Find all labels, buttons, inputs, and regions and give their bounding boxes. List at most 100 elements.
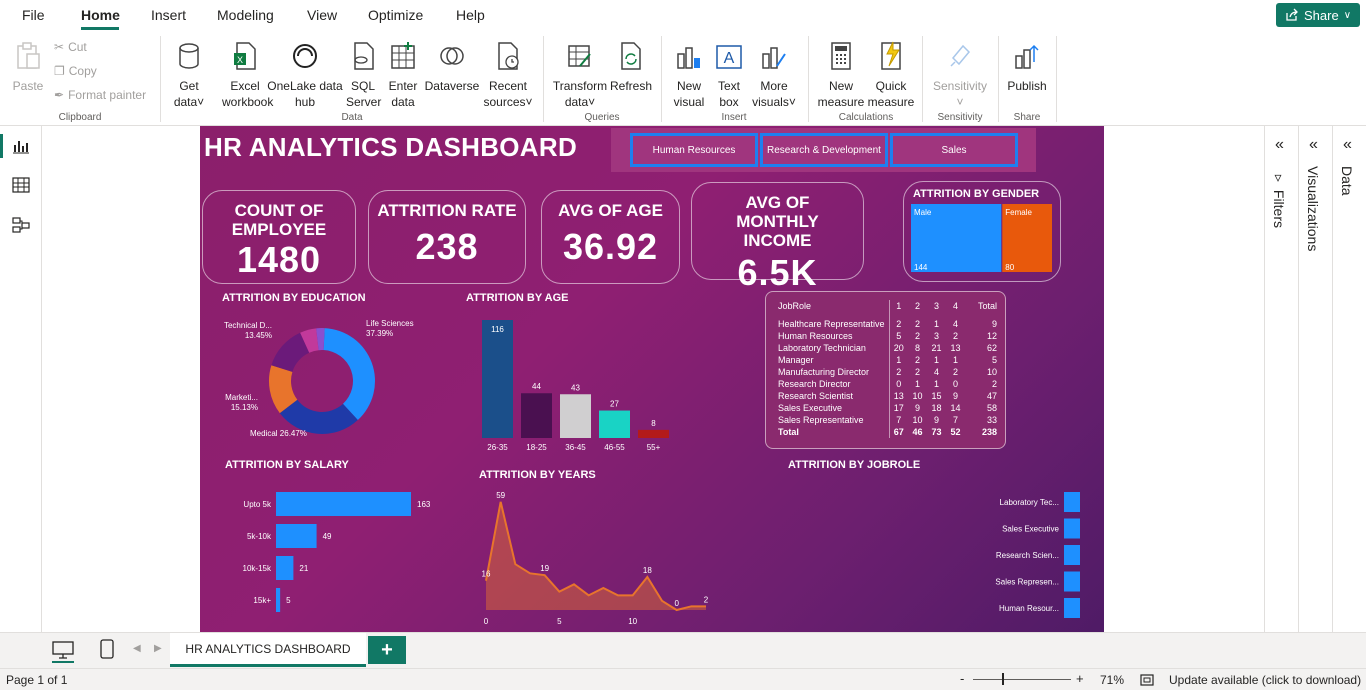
menu-modeling[interactable]: Modeling: [217, 7, 274, 23]
share-button[interactable]: Share ∨: [1276, 3, 1360, 27]
hbar-category-label: 10k-15k: [243, 564, 272, 573]
matrix-cell: 17: [893, 403, 904, 413]
zoom-out-button[interactable]: -: [960, 671, 964, 686]
update-available-link[interactable]: Update available (click to download): [1169, 673, 1361, 687]
zoom-in-button[interactable]: +: [1076, 671, 1084, 686]
add-page-button[interactable]: +: [368, 636, 406, 664]
scroll-right-icon[interactable]: ▶: [154, 643, 162, 654]
calculations-group-label: Calculations: [838, 112, 894, 123]
transform-data-button[interactable]: Transform data˅: [552, 40, 608, 110]
publish-button[interactable]: Publish: [1006, 40, 1048, 94]
enter-data-label: Enter: [388, 79, 418, 93]
visualizations-pane-label: Visualizations: [1305, 166, 1321, 252]
filters-label-text: Filters: [1271, 189, 1287, 229]
menu-view[interactable]: View: [307, 7, 337, 23]
matrix-cell: 1: [953, 355, 959, 365]
publish-icon: [1015, 44, 1039, 69]
report-view-icon[interactable]: [12, 137, 30, 155]
slicer-research-development[interactable]: Research & Development: [760, 133, 888, 167]
paste-button[interactable]: Paste: [10, 40, 46, 94]
copy-icon: ❐: [54, 64, 65, 78]
hbar: [1064, 545, 1080, 565]
fit-to-page-icon[interactable]: [1140, 673, 1154, 687]
expand-chevron-icon[interactable]: «: [1343, 136, 1352, 154]
dataverse-label: Dataverse: [424, 79, 480, 93]
more-visuals-icon: [762, 47, 786, 69]
menu-file[interactable]: File: [22, 7, 45, 23]
years-area: [486, 501, 706, 610]
database-icon: [179, 43, 199, 69]
table-icon: [391, 42, 415, 69]
new-measure-button[interactable]: New measure: [816, 40, 866, 110]
share-icon: [1286, 8, 1298, 21]
menu-optimize[interactable]: Optimize: [368, 7, 423, 23]
donut-slice: [323, 328, 375, 421]
matrix-cell: 52: [950, 427, 961, 437]
years-data-label: 18: [643, 566, 652, 575]
text-box-button[interactable]: A Text box: [712, 40, 746, 110]
matrix-cell: 4: [953, 319, 959, 329]
sensitivity-button[interactable]: Sensitivity ˅: [930, 40, 990, 110]
age-chart-title: ATTRITION BY AGE: [466, 292, 569, 304]
filters-pane[interactable]: « ▿ Filters: [1265, 126, 1299, 632]
format-painter-button[interactable]: ✒ Format painter: [54, 88, 146, 102]
bar-chart-icon: [677, 47, 700, 69]
matrix-row-label: Sales Executive: [776, 402, 890, 414]
refresh-button[interactable]: Refresh: [610, 40, 652, 94]
desktop-layout-icon[interactable]: [52, 641, 74, 659]
menu-home[interactable]: Home: [81, 7, 120, 23]
menu-help[interactable]: Help: [456, 7, 485, 23]
sql-server-button[interactable]: SQL Server: [346, 40, 382, 110]
kpi-card-avg-age: AVG OF AGE 36.92: [541, 190, 680, 284]
copy-button[interactable]: ❐ Copy: [54, 64, 97, 78]
data-pane-label: Data: [1339, 166, 1355, 196]
jobrole-bar-chart: Laboratory Tec...62Sales Executive58Rese…: [995, 492, 1080, 618]
hbar-value: 163: [417, 500, 431, 509]
kpi-card-avg-monthly-income: AVG OF MONTHLY INCOME 6.5K: [691, 182, 864, 293]
hbar: [276, 556, 294, 580]
cut-button[interactable]: ✂ Cut: [54, 40, 87, 54]
status-bar: Page 1 of 1 - + 71% Update available (cl…: [0, 668, 1366, 690]
get-data-button[interactable]: Get data˅: [170, 40, 208, 110]
more-visuals-button[interactable]: More visuals˅: [750, 40, 798, 110]
recent-label: Recent: [488, 79, 528, 93]
slicer-human-resources[interactable]: Human Resources: [630, 133, 758, 167]
slicer-sales[interactable]: Sales: [890, 133, 1018, 167]
quick-measure-button[interactable]: Quick measure: [866, 40, 916, 110]
matrix-cell: 2: [896, 319, 902, 329]
recent-sources-button[interactable]: Recent sources˅: [480, 40, 536, 110]
model-view-icon[interactable]: [12, 216, 30, 234]
queries-group-label: Queries: [584, 112, 620, 123]
matrix-table: JobRole 1 2 3 4 Total Healthcare Representativ…: [776, 300, 999, 438]
data-pane[interactable]: « Data: [1333, 126, 1366, 632]
kpi-title: AVG OF AGE: [558, 201, 663, 220]
menu-insert[interactable]: Insert: [151, 7, 186, 23]
expand-chevron-icon[interactable]: «: [1275, 136, 1284, 154]
expand-chevron-icon[interactable]: «: [1309, 136, 1318, 154]
matrix-row-label: JobRole: [776, 300, 890, 318]
page-tabs-bar: ◀ ▶ HR ANALYTICS DASHBOARD +: [0, 632, 1366, 668]
kpi-value: 1480: [236, 239, 322, 280]
table-view-icon[interactable]: [12, 176, 30, 194]
mobile-layout-icon[interactable]: [100, 639, 114, 659]
age-bar-chart: 116 26-35 44 18-25 43 36-45 27 46-55 8 55+: [482, 320, 669, 452]
dataverse-button[interactable]: Dataverse: [424, 40, 480, 94]
sensitivity-label: Sensitivity: [932, 79, 988, 93]
enter-data-button[interactable]: Enter data: [386, 40, 420, 110]
more-visuals-label: More: [760, 79, 788, 93]
hbar-value: 49: [323, 532, 332, 541]
matrix-cell: 13: [950, 343, 961, 353]
zoom-slider-thumb[interactable]: [1002, 673, 1004, 685]
new-visual-button[interactable]: New visual: [670, 40, 708, 110]
onelake-button[interactable]: OneLake data hub: [266, 40, 344, 110]
matrix-row-label: Human Resources: [776, 330, 890, 342]
age-tick-label: 18-25: [526, 443, 547, 452]
excel-workbook-button[interactable]: X Excel workbook: [222, 40, 273, 110]
page-tab-hr-analytics[interactable]: HR ANALYTICS DASHBOARD: [170, 633, 366, 667]
svg-text:X: X: [237, 55, 243, 65]
zoom-slider[interactable]: [973, 679, 1071, 680]
sql-label-2: Server: [346, 95, 382, 109]
scroll-left-icon[interactable]: ◀: [133, 643, 141, 654]
chevron-down-icon: ˅: [956, 95, 964, 109]
visualizations-pane[interactable]: « Visualizations: [1299, 126, 1333, 632]
